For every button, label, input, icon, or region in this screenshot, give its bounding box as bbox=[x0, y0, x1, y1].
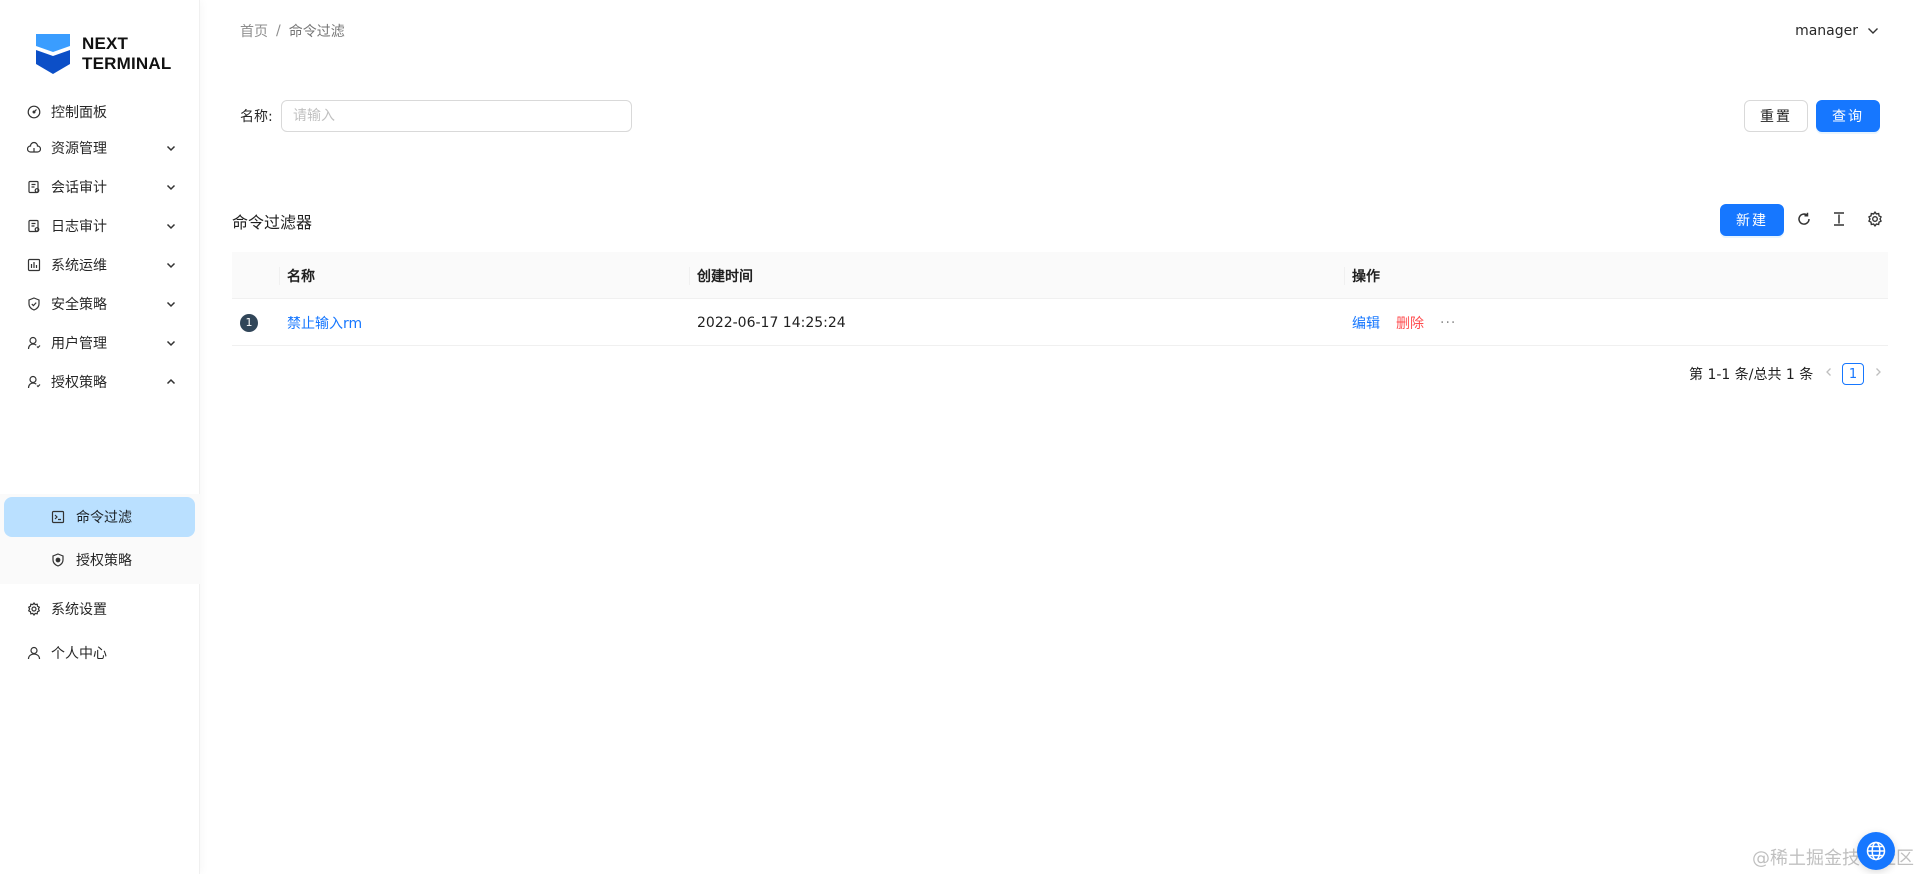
column-height-icon[interactable] bbox=[1830, 210, 1848, 228]
column-header-name: 名称 bbox=[287, 268, 315, 285]
search-label: 名称: bbox=[240, 109, 273, 125]
user-name: manager bbox=[1795, 23, 1858, 39]
column-divider bbox=[279, 267, 280, 285]
table-header: 名称 创建时间 操作 bbox=[232, 252, 1888, 299]
edit-link[interactable]: 编辑 bbox=[1352, 313, 1380, 333]
sidebar-item-users[interactable]: 用户管理 bbox=[0, 323, 200, 363]
sidebar-item-label: 安全策略 bbox=[51, 297, 107, 313]
chevron-down-icon bbox=[164, 297, 178, 311]
row-name-link[interactable]: 禁止输入rm bbox=[287, 313, 362, 333]
sidebar-item-log-audit[interactable]: 日志审计 bbox=[0, 206, 200, 246]
chevron-down-icon bbox=[164, 219, 178, 233]
sidebar-item-label: 命令过滤 bbox=[76, 510, 132, 526]
chevron-down-icon bbox=[164, 180, 178, 194]
sidebar-item-label: 用户管理 bbox=[51, 336, 107, 352]
more-actions-icon[interactable]: ··· bbox=[1440, 315, 1456, 331]
row-name-cell: 禁止输入rm bbox=[287, 299, 362, 346]
column-header-actions: 操作 bbox=[1352, 268, 1380, 285]
audit-icon bbox=[27, 180, 41, 194]
shield-check-icon bbox=[27, 297, 41, 311]
user-dropdown[interactable]: manager bbox=[1795, 20, 1880, 42]
prev-page-icon[interactable] bbox=[1822, 365, 1836, 379]
sidebar-item-label: 个人中心 bbox=[51, 646, 107, 662]
delete-link[interactable]: 删除 bbox=[1396, 313, 1424, 333]
logo-line-2: TERMINAL bbox=[82, 54, 172, 73]
sidebar-item-label: 授权策略 bbox=[51, 375, 107, 391]
globe-icon bbox=[1866, 841, 1886, 861]
sidebar-item-label: 控制面板 bbox=[51, 105, 107, 121]
logo-text: NEXT TERMINAL bbox=[82, 34, 171, 74]
sidebar-item-label: 资源管理 bbox=[51, 141, 107, 157]
user-icon bbox=[27, 375, 41, 389]
sidebar-item-system-settings[interactable]: 系统设置 bbox=[0, 589, 200, 629]
reload-icon[interactable] bbox=[1795, 210, 1813, 228]
chevron-up-icon bbox=[164, 375, 178, 389]
sidebar-item-label: 授权策略 bbox=[76, 553, 132, 569]
sidebar-item-label: 会话审计 bbox=[51, 180, 107, 196]
pagination-page-1[interactable]: 1 bbox=[1842, 363, 1864, 385]
sidebar-item-authorization[interactable]: 授权策略 bbox=[0, 362, 200, 402]
sidebar-item-profile[interactable]: 个人中心 bbox=[0, 633, 200, 673]
ops-icon bbox=[27, 258, 41, 272]
setting-icon[interactable] bbox=[1866, 210, 1884, 228]
user-icon bbox=[27, 336, 41, 350]
table-title: 命令过滤器 bbox=[232, 213, 313, 232]
next-page-icon[interactable] bbox=[1871, 365, 1885, 379]
reset-button[interactable]: 重置 bbox=[1744, 100, 1808, 132]
column-divider bbox=[1344, 267, 1345, 285]
next-terminal-logo-icon bbox=[36, 34, 70, 74]
row-created-cell: 2022-06-17 14:25:24 bbox=[697, 314, 846, 331]
search-input[interactable] bbox=[281, 100, 632, 132]
sidebar-item-ops[interactable]: 系统运维 bbox=[0, 245, 200, 285]
sidebar-subitem-command-filter[interactable]: 命令过滤 bbox=[4, 497, 195, 537]
audit-icon bbox=[27, 219, 41, 233]
breadcrumb-separator: / bbox=[276, 23, 281, 39]
logo[interactable]: NEXT TERMINAL bbox=[32, 32, 182, 76]
table-row: 1 禁止输入rm 2022-06-17 14:25:24 编辑 删除 ··· bbox=[232, 299, 1888, 346]
sidebar-item-session-audit[interactable]: 会话审计 bbox=[0, 167, 200, 207]
sidebar-item-label: 系统设置 bbox=[51, 602, 107, 618]
sidebar-subitem-authorization-policy[interactable]: 授权策略 bbox=[4, 540, 195, 580]
safety-icon bbox=[51, 553, 65, 567]
gear-icon bbox=[27, 602, 41, 616]
globe-float-button[interactable] bbox=[1857, 832, 1895, 870]
chevron-down-icon bbox=[1868, 28, 1878, 34]
chevron-down-icon bbox=[164, 141, 178, 155]
sidebar-item-label: 系统运维 bbox=[51, 258, 107, 274]
query-button[interactable]: 查询 bbox=[1816, 100, 1880, 132]
sidebar: NEXT TERMINAL 控制面板 资源管理 会话审计 日志审计 系统运维 安… bbox=[0, 0, 200, 874]
row-actions-cell: 编辑 删除 ··· bbox=[1352, 299, 1456, 346]
user-icon bbox=[27, 646, 41, 660]
column-divider bbox=[689, 267, 690, 285]
breadcrumb-home[interactable]: 首页 bbox=[240, 21, 268, 41]
sidebar-item-resources[interactable]: 资源管理 bbox=[0, 128, 200, 168]
sidebar-item-dashboard[interactable]: 控制面板 bbox=[0, 92, 200, 132]
breadcrumb: 首页 / 命令过滤 bbox=[240, 20, 345, 42]
new-button[interactable]: 新建 bbox=[1720, 204, 1784, 236]
chevron-down-icon bbox=[164, 336, 178, 350]
pagination-total: 第 1-1 条/总共 1 条 bbox=[1689, 367, 1814, 383]
logo-line-1: NEXT bbox=[82, 34, 129, 53]
sidebar-item-label: 日志审计 bbox=[51, 219, 107, 235]
dashboard-icon bbox=[27, 105, 41, 119]
breadcrumb-current: 命令过滤 bbox=[288, 24, 345, 40]
cloud-icon bbox=[27, 141, 41, 155]
column-header-created: 创建时间 bbox=[697, 268, 753, 285]
chevron-down-icon bbox=[164, 258, 178, 272]
terminal-icon bbox=[51, 510, 65, 524]
sidebar-item-security[interactable]: 安全策略 bbox=[0, 284, 200, 324]
row-index-cell: 1 bbox=[240, 299, 258, 346]
row-index-badge: 1 bbox=[240, 313, 258, 332]
